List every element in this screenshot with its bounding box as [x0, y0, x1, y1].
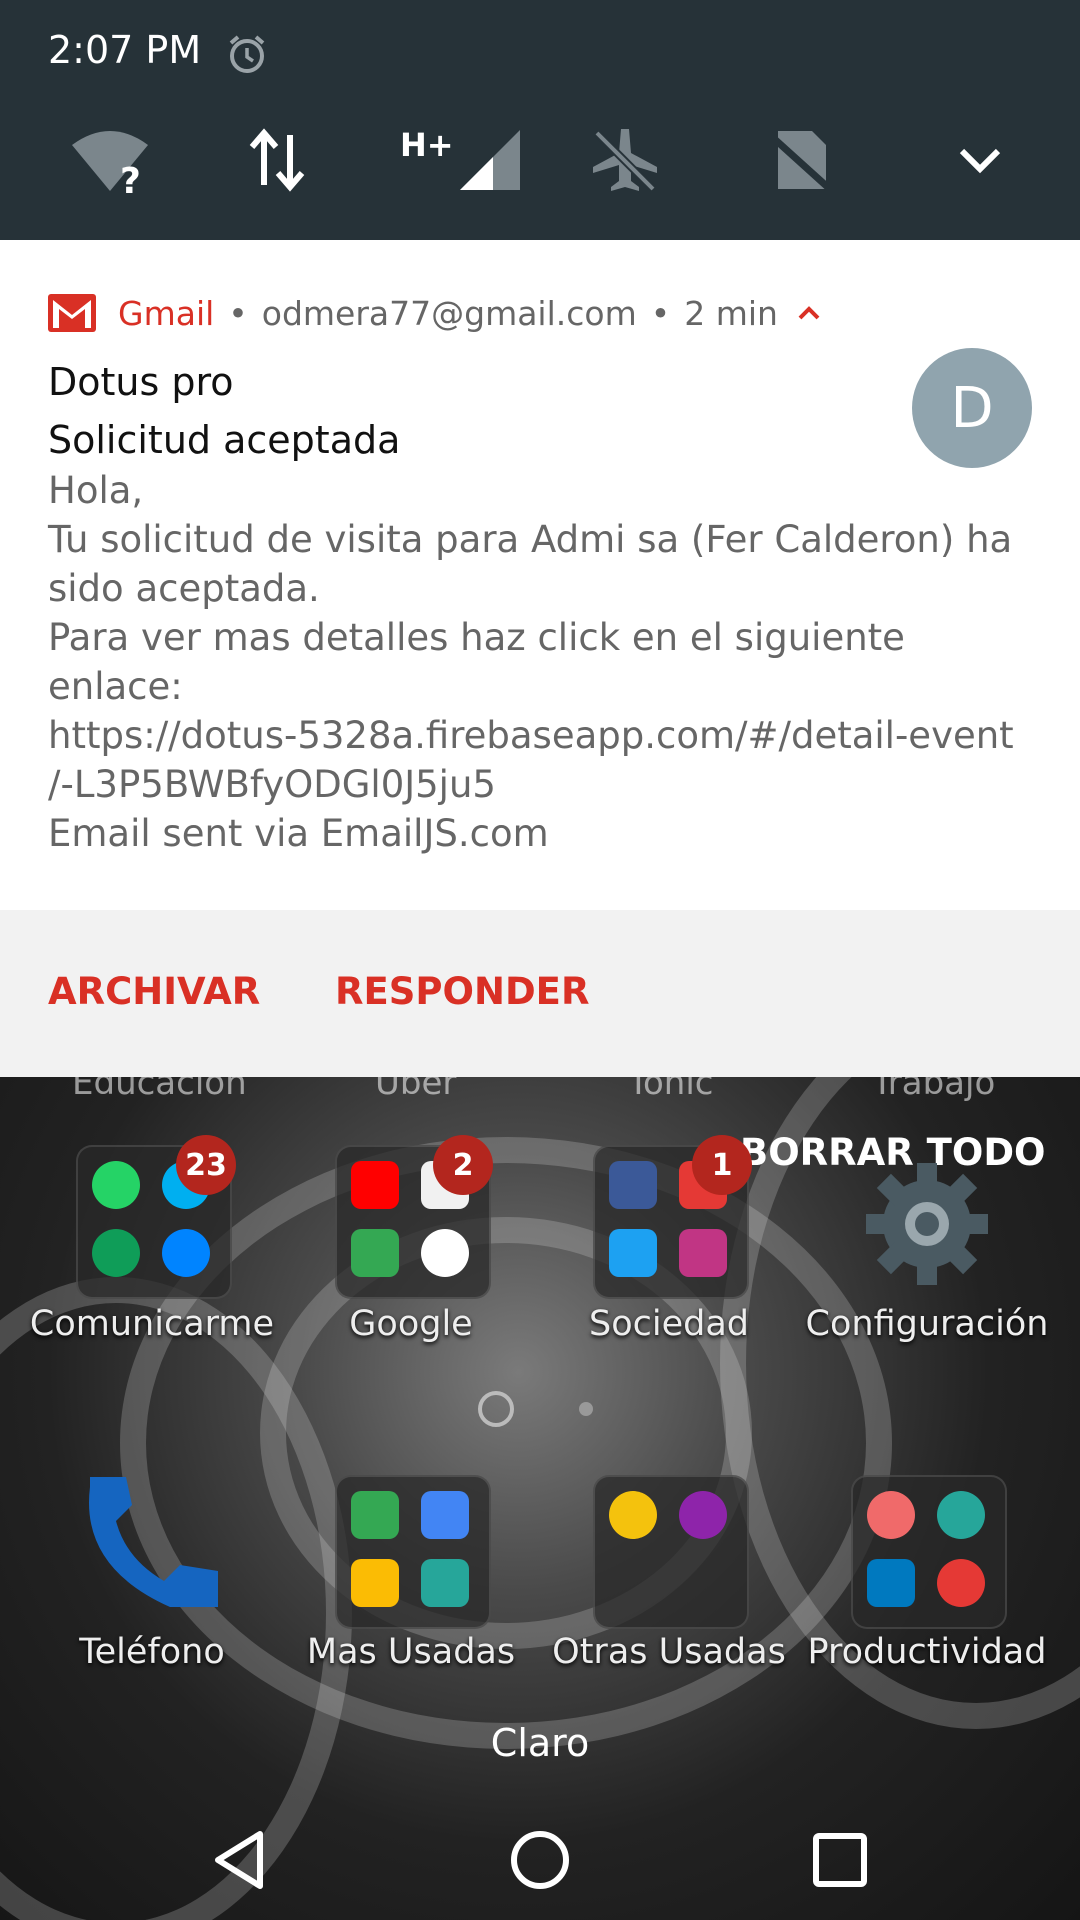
home-screen: Educación Uber Tonic Trabajo BORRAR TODO…: [0, 1077, 1080, 1920]
sheets-icon: [351, 1491, 399, 1539]
body-line: Tu solicitud de visita para Admi sa (Fer…: [48, 518, 1013, 561]
settings-gear-icon[interactable]: [862, 1159, 992, 1289]
folder-label: Otras Usadas: [552, 1632, 786, 1672]
gmail-notification[interactable]: Gmail • odmera77@gmail.com • 2 min Dotus…: [0, 240, 1080, 910]
gmail-icon: [48, 294, 96, 332]
folder-mas-usadas[interactable]: [335, 1475, 491, 1629]
separator-dot: •: [650, 293, 671, 333]
body-line: Hola,: [48, 469, 144, 512]
notification-badge: 2: [433, 1135, 493, 1195]
alarm-icon: [229, 35, 265, 73]
notification-actions: ARCHIVAR RESPONDER: [0, 910, 1080, 1077]
archive-button[interactable]: ARCHIVAR: [48, 970, 260, 1013]
expand-caret-icon[interactable]: [796, 303, 822, 323]
network-type-label: H+: [400, 126, 454, 164]
folder-otras-usadas[interactable]: [593, 1475, 749, 1629]
email-body: Hola, Tu solicitud de visita para Admi s…: [48, 466, 1028, 858]
firefox-icon: [679, 1491, 727, 1539]
messenger-icon: [162, 1229, 210, 1277]
svg-text:?: ?: [120, 161, 141, 195]
sender-avatar: D: [912, 348, 1032, 468]
separator-dot: •: [228, 293, 248, 333]
home-icon[interactable]: [508, 1828, 572, 1892]
notification-header: Gmail • odmera77@gmail.com • 2 min: [48, 288, 822, 338]
folder-label-partial: Educación: [72, 1077, 247, 1103]
email-subject: Solicitud aceptada: [48, 418, 401, 462]
folder-label: Productividad: [807, 1632, 1047, 1672]
chevron-down-icon[interactable]: [950, 125, 1010, 195]
folder-label-partial: Trabajo: [872, 1077, 996, 1103]
notification-badge: 1: [692, 1135, 752, 1195]
keep-icon: [351, 1559, 399, 1607]
instagram-icon: [679, 1229, 727, 1277]
app-label: Teléfono: [79, 1632, 225, 1672]
signal-icon[interactable]: [455, 125, 530, 195]
wifi-question-icon[interactable]: ?: [70, 125, 150, 195]
asana-icon: [867, 1491, 915, 1539]
navigation-bar: [0, 1800, 1080, 1920]
quick-settings-panel: 2:07 PM ? H+: [0, 0, 1080, 240]
folder-productividad[interactable]: [851, 1475, 1007, 1629]
notification-badge: 23: [176, 1135, 236, 1195]
sender-name: Dotus pro: [48, 360, 234, 404]
body-line: Email sent via EmailJS.com: [48, 812, 549, 855]
youtube-icon: [351, 1161, 399, 1209]
chrome-icon: [609, 1491, 657, 1539]
body-line: Para ver mas detalles haz click en el si…: [48, 616, 905, 659]
account-email: odmera77@gmail.com: [261, 293, 637, 333]
google-icon: [421, 1229, 469, 1277]
no-sim-icon[interactable]: [760, 125, 840, 195]
folder-label: Comunicarme: [29, 1304, 275, 1344]
folder-label-partial: Tonic: [628, 1077, 714, 1103]
back-icon[interactable]: [210, 1828, 270, 1892]
body-line: sido aceptada.: [48, 567, 320, 610]
airplane-off-icon[interactable]: [585, 125, 665, 195]
folder-label: Sociedad: [588, 1304, 749, 1344]
folder-label: Mas Usadas: [306, 1632, 516, 1672]
hangouts-icon: [92, 1229, 140, 1277]
whatsapp-icon: [92, 1161, 140, 1209]
app-name: Gmail: [118, 293, 215, 333]
app-label: Configuración: [805, 1304, 1049, 1344]
twitter-icon: [609, 1229, 657, 1277]
check-app-icon: [937, 1491, 985, 1539]
body-line: enlace:: [48, 665, 183, 708]
calendar-icon: [421, 1491, 469, 1539]
body-line: /-L3P5BWBfyODGl0J5ju5: [48, 763, 496, 806]
photos-icon: [421, 1559, 469, 1607]
facebook-icon: [609, 1161, 657, 1209]
status-time: 2:07 PM: [48, 28, 202, 72]
maps-icon: [351, 1229, 399, 1277]
folder-label: Google: [349, 1304, 473, 1344]
phone-icon[interactable]: [80, 1477, 220, 1617]
reply-button[interactable]: RESPONDER: [335, 970, 589, 1013]
page-indicator: [478, 1391, 593, 1427]
trello-icon: [867, 1559, 915, 1607]
data-arrows-icon[interactable]: [240, 125, 320, 195]
body-line: https://dotus-5328a.firebaseapp.com/#/de…: [48, 714, 1014, 757]
recents-icon[interactable]: [810, 1830, 870, 1890]
s-app-icon: [937, 1559, 985, 1607]
carrier-label: Claro: [490, 1721, 590, 1765]
time-ago: 2 min: [684, 293, 778, 333]
folder-label-partial: Uber: [375, 1077, 457, 1103]
